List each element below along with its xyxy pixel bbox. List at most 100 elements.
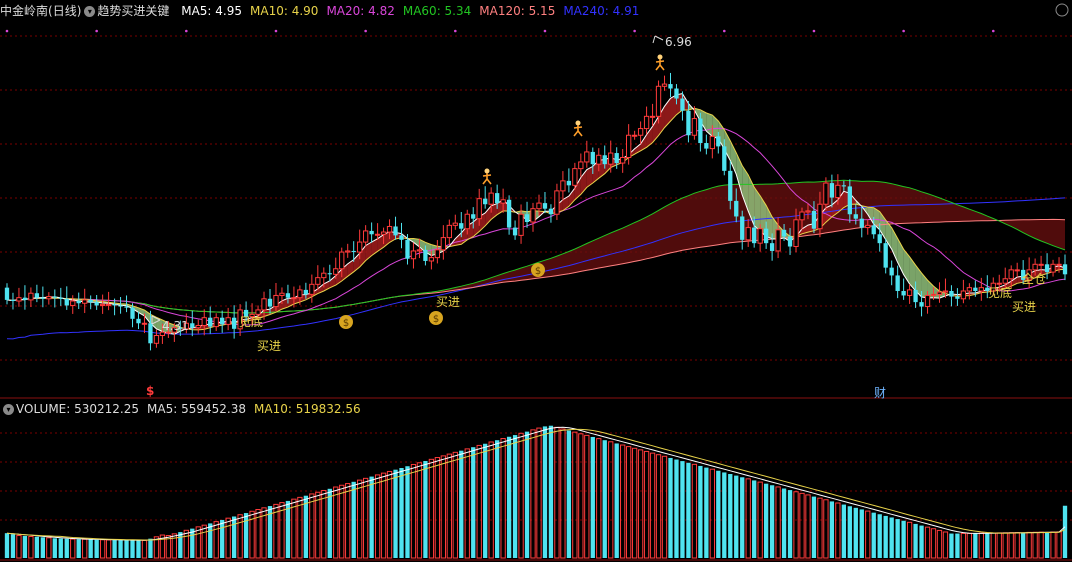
volume-label: VOLUME: xyxy=(16,402,71,416)
finance-marker[interactable]: 财 xyxy=(874,384,886,401)
volume-bar xyxy=(680,461,685,558)
volume-bar xyxy=(566,430,572,558)
volume-bar xyxy=(661,455,668,559)
dividend-marker[interactable]: $ xyxy=(146,384,154,398)
volume-bar xyxy=(871,512,876,558)
candle-body xyxy=(141,322,148,325)
candle-body xyxy=(631,134,638,137)
volume-bar xyxy=(668,457,673,558)
ma-item-0: MA5: 4.95 xyxy=(181,4,243,18)
indicator-dropdown-icon[interactable]: ▾ xyxy=(84,6,96,17)
candle-body xyxy=(745,227,751,241)
signal-dot xyxy=(364,29,367,33)
volume-bar xyxy=(327,488,332,558)
volume-bar xyxy=(584,434,590,559)
volume-bar xyxy=(698,465,703,558)
candle-body xyxy=(542,203,548,209)
candle-body xyxy=(423,249,428,261)
candle-body xyxy=(637,128,644,136)
candle-body xyxy=(285,293,291,298)
volume-bar xyxy=(841,504,846,558)
volume-bar xyxy=(28,536,34,559)
volume-bar xyxy=(213,521,219,559)
volume-bar xyxy=(835,502,841,559)
volume-ma5-value: 559452.38 xyxy=(181,402,247,416)
volume-bar xyxy=(1056,531,1062,559)
volume-bar xyxy=(40,537,46,558)
volume-bar xyxy=(691,463,698,559)
candle-body xyxy=(787,236,793,247)
candle-body xyxy=(584,151,590,163)
volume-bar xyxy=(1014,532,1020,559)
candle-body xyxy=(1062,264,1068,275)
candle-body xyxy=(309,283,315,295)
volume-bar xyxy=(955,533,960,558)
volume-bar xyxy=(877,514,882,558)
chart-header: 中金岭南(日线) ▾ 趋势买进关键 MA5: 4.95 MA10: 4.90 MA20:… xyxy=(0,1,647,21)
trend-ribbon-segment xyxy=(670,94,677,122)
candle-body xyxy=(362,230,369,243)
candle-body xyxy=(548,208,554,215)
candle-body xyxy=(416,249,423,252)
candle-body xyxy=(500,199,506,204)
volume-bar xyxy=(416,462,423,559)
volume-bar xyxy=(524,431,530,558)
volume-bar xyxy=(906,521,913,559)
candle-body xyxy=(136,318,141,324)
volume-bar xyxy=(357,479,363,559)
volume-bar xyxy=(704,467,709,558)
candle-body xyxy=(596,154,602,165)
signal-dot xyxy=(812,29,816,33)
signal-dot xyxy=(722,29,726,33)
ma-item-4: MA120: 5.15 xyxy=(479,4,556,18)
candle-body xyxy=(835,184,841,199)
candle-body xyxy=(220,317,225,325)
candle-body xyxy=(841,185,846,187)
volume-bar xyxy=(978,532,984,559)
candle-body xyxy=(471,214,476,219)
volume-bar xyxy=(985,533,990,558)
candle-body xyxy=(625,134,632,158)
candle-body xyxy=(763,228,769,244)
volume-bar xyxy=(195,526,201,559)
candle-body xyxy=(201,317,207,326)
candle-body xyxy=(661,83,668,87)
volume-bar xyxy=(1026,531,1032,559)
candle-body xyxy=(877,234,882,244)
volume-bar xyxy=(393,469,398,558)
candle-body xyxy=(369,230,374,235)
signal-dot xyxy=(95,29,98,33)
runner-icon-body xyxy=(482,173,492,185)
volume-bar xyxy=(82,538,88,559)
candle-body xyxy=(124,306,129,308)
volume-bar xyxy=(52,538,57,558)
candle-body xyxy=(530,208,536,223)
candle-body xyxy=(195,324,201,329)
candle-body xyxy=(476,198,482,220)
money-bag-symbol: $ xyxy=(343,318,349,329)
volume-bar xyxy=(124,540,129,558)
candle-body xyxy=(674,88,679,99)
candle-body xyxy=(321,272,327,279)
volume-bar xyxy=(530,429,536,559)
candle-body xyxy=(554,190,560,215)
volume-bar xyxy=(643,450,650,559)
candle-body xyxy=(536,202,542,210)
volume-dropdown-icon[interactable]: ▾ xyxy=(3,404,14,415)
candle-body xyxy=(847,186,852,215)
volume-bar xyxy=(996,532,1002,559)
candle-body xyxy=(22,297,28,300)
indicator-name[interactable]: 趋势买进关键 xyxy=(97,4,169,18)
signal-dot xyxy=(991,29,995,33)
candle-body xyxy=(734,200,739,217)
stock-chart[interactable]: $ $ $ xyxy=(0,0,1072,562)
candle-body xyxy=(208,317,213,327)
ma-item-5: MA240: 4.91 xyxy=(563,4,640,18)
candle-body xyxy=(752,227,757,244)
candle-body xyxy=(315,277,321,285)
volume-bar xyxy=(452,451,458,559)
volume-bar xyxy=(315,491,321,559)
candle-body xyxy=(225,317,231,325)
ma-item-3: MA60: 5.34 xyxy=(402,4,472,18)
runner-icon-body xyxy=(573,125,583,137)
